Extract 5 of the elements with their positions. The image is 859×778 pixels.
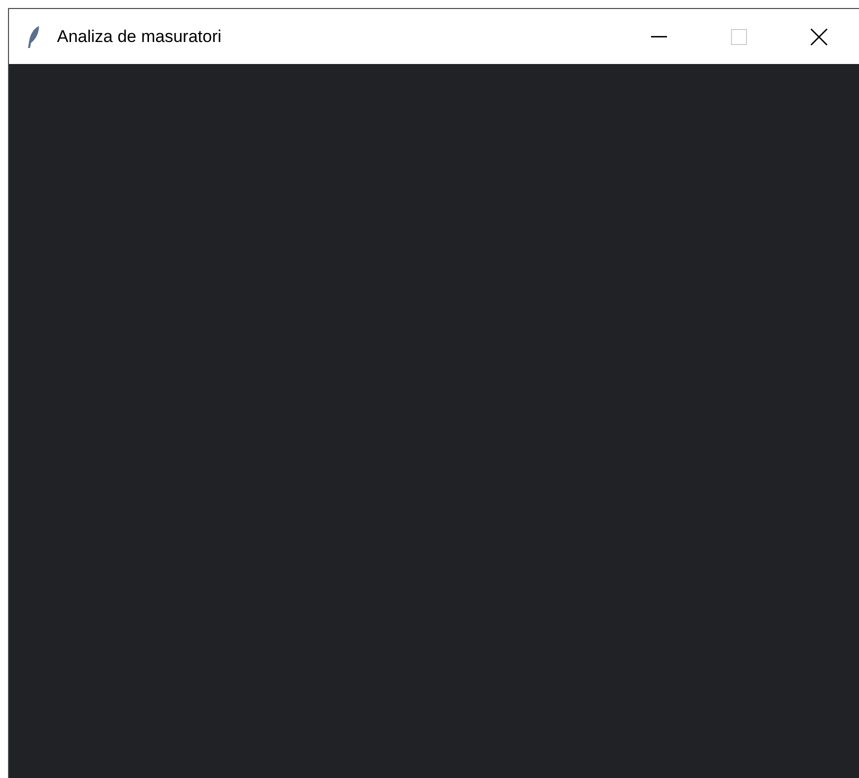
close-icon	[810, 28, 828, 46]
maximize-icon	[731, 28, 747, 44]
window-title: Analiza de masuratori	[57, 26, 222, 48]
feather-icon	[27, 24, 41, 48]
minimize-icon	[651, 36, 667, 38]
